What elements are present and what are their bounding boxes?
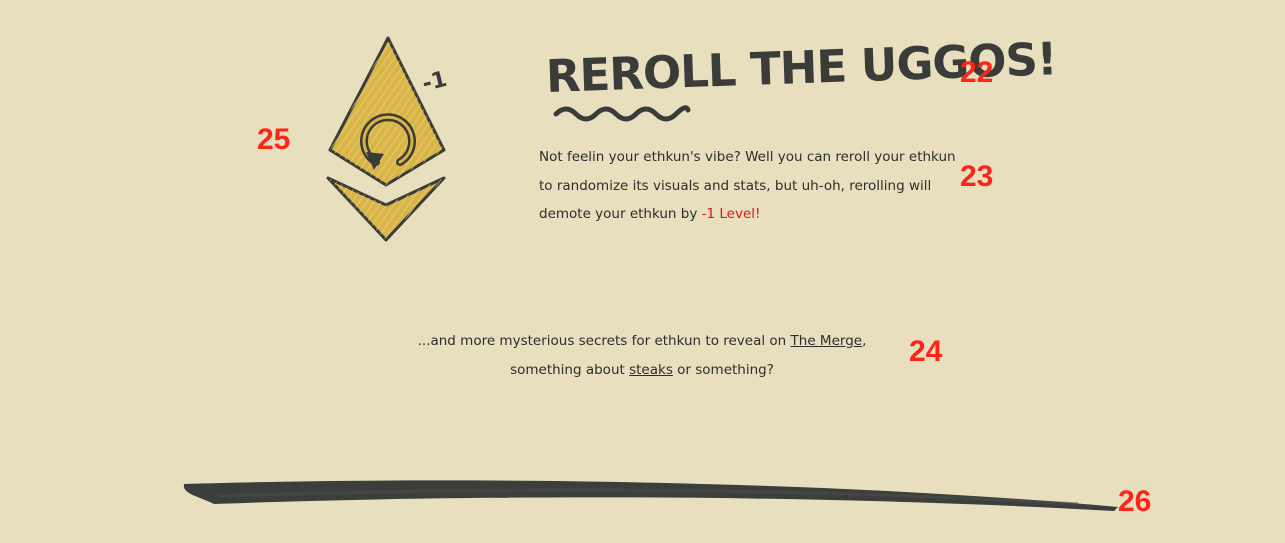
annotation-marker-25: 25 [257,123,291,156]
title-underline-squiggle [553,105,691,122]
annotation-marker-26: 26 [1118,485,1152,518]
secrets-text-before: ...and more mysterious secrets for ethku… [417,333,791,349]
eth-reroll-icon: -1 [326,36,450,242]
secrets-text-after: or something? [672,362,774,378]
brush-stroke-divider [183,480,1119,511]
steaks-link[interactable]: steaks [629,362,673,378]
reroll-description: Not feelin your ethkun's vibe? Well you … [539,143,964,229]
annotation-marker-22: 22 [960,56,994,89]
annotation-marker-24: 24 [909,335,943,368]
secrets-note: ...and more mysterious secrets for ethku… [382,327,902,385]
annotation-marker-23: 23 [960,160,994,193]
level-penalty-text: -1 Level! [701,206,761,222]
the-merge-link[interactable]: The Merge [791,333,863,349]
level-badge: -1 [420,67,450,97]
section-title-area: REROLL THE UGGOS! [544,32,1057,130]
